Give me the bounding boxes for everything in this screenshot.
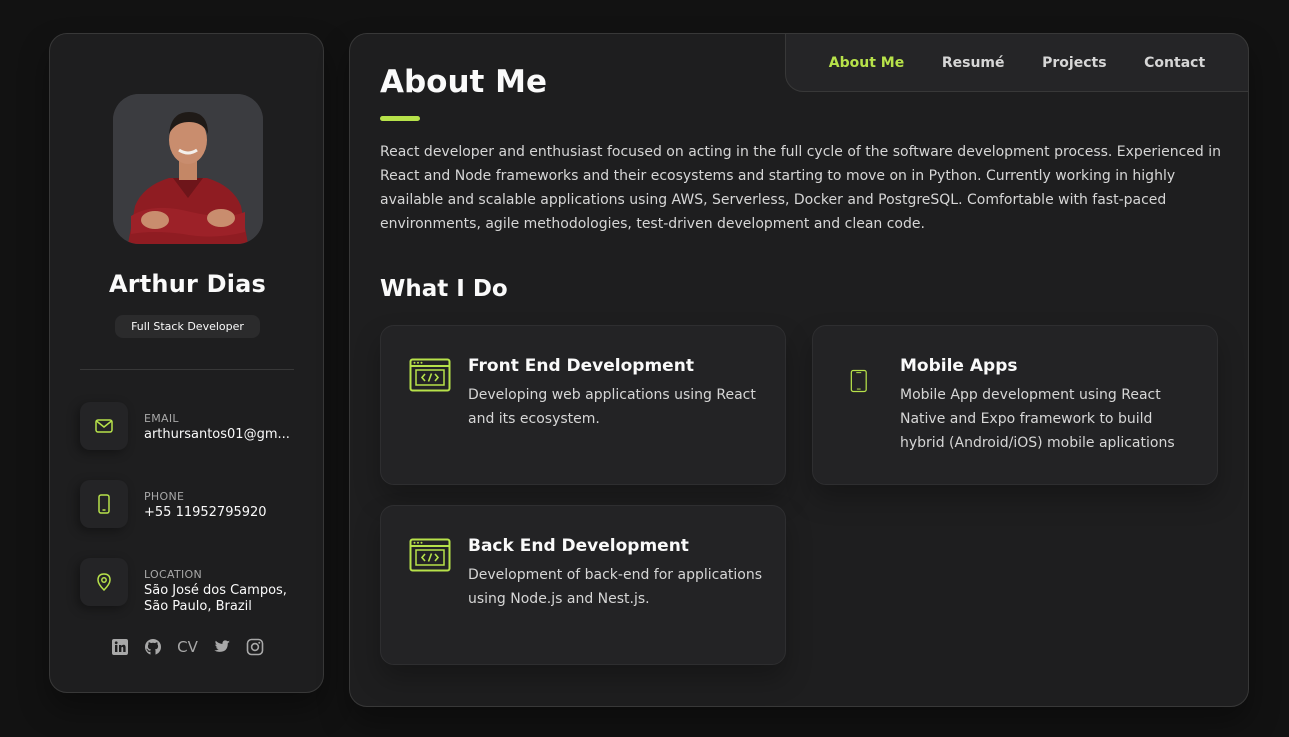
service-card-mobile: Mobile Apps Mobile App development using… <box>812 325 1218 485</box>
service-title: Back End Development <box>468 536 689 556</box>
phone-icon <box>80 480 128 528</box>
role-badge: Full Stack Developer <box>115 315 260 338</box>
nav-contact[interactable]: Contact <box>1144 55 1205 71</box>
email-link[interactable]: arthursantos01@gm... <box>144 427 294 443</box>
cv-link[interactable]: CV <box>177 638 198 656</box>
nav-resume[interactable]: Resumé <box>942 55 1005 71</box>
navbar: About Me Resumé Projects Contact <box>785 33 1249 92</box>
contact-location-label: Location <box>144 568 202 581</box>
phone-link[interactable]: +55 11952795920 <box>144 505 294 521</box>
main-panel: About Me Resumé Projects Contact About M… <box>349 33 1249 707</box>
smartphone-icon <box>850 369 867 393</box>
contact-phone-label: Phone <box>144 490 185 503</box>
service-text: Mobile App development using React Nativ… <box>900 387 1175 451</box>
service-text: Developing web applications using React … <box>468 387 756 427</box>
service-text: Development of back-end for applications… <box>468 567 763 607</box>
avatar <box>113 94 263 244</box>
linkedin-icon[interactable] <box>111 638 129 656</box>
service-card-frontend: Front End Development Developing web app… <box>380 325 786 485</box>
profile-sidebar: Arthur Dias Full Stack Developer Email a… <box>49 33 324 693</box>
github-icon[interactable] <box>144 638 162 656</box>
instagram-icon[interactable] <box>246 638 264 656</box>
service-title: Mobile Apps <box>900 356 1018 376</box>
about-text: React developer and enthusiast focused o… <box>380 144 1221 232</box>
nav-projects[interactable]: Projects <box>1042 55 1106 71</box>
sidebar-divider <box>80 369 294 370</box>
section-title: What I Do <box>380 276 508 302</box>
service-title: Front End Development <box>468 356 694 376</box>
profile-name: Arthur Dias <box>108 270 267 298</box>
code-window-icon <box>409 538 451 572</box>
title-underline <box>380 116 420 121</box>
avatar-photo <box>113 94 263 244</box>
social-links: CV <box>50 638 325 656</box>
twitter-icon[interactable] <box>213 638 231 656</box>
location-pin-icon <box>80 558 128 606</box>
location-value: São José dos Campos, São Paulo, Brazil <box>144 583 287 614</box>
service-card-backend: Back End Development Development of back… <box>380 505 786 665</box>
contact-email-label: Email <box>144 412 179 425</box>
nav-about-me[interactable]: About Me <box>829 55 904 71</box>
mail-icon <box>80 402 128 450</box>
code-window-icon <box>409 358 451 392</box>
page-title: About Me <box>380 64 548 100</box>
